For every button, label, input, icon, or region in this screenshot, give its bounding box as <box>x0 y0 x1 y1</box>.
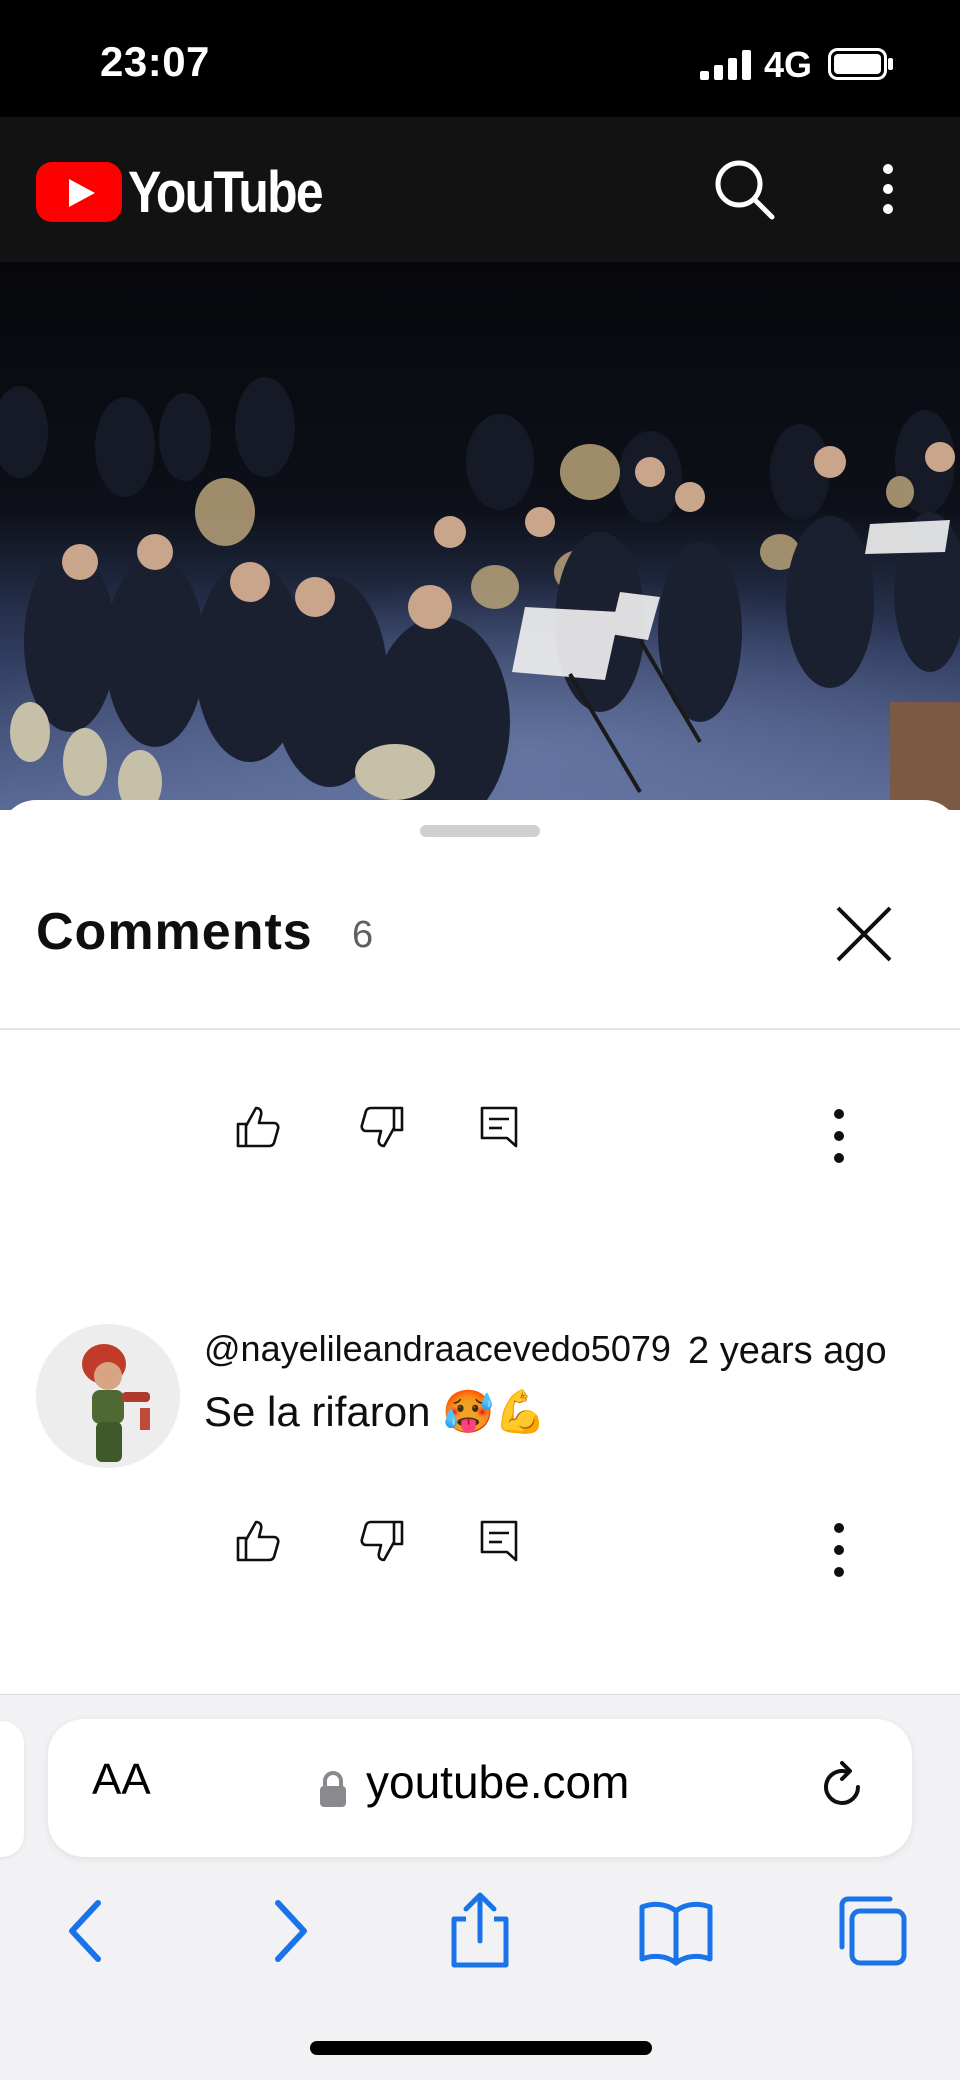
comment-timestamp: 2 years ago <box>688 1330 887 1372</box>
home-indicator <box>310 2041 652 2055</box>
status-time: 23:07 <box>100 38 210 85</box>
comments-count: 6 <box>352 914 374 956</box>
drag-handle[interactable] <box>420 825 540 837</box>
divider <box>0 1028 960 1030</box>
back-icon[interactable] <box>48 1891 128 1971</box>
youtube-logo[interactable]: YouTube <box>36 159 353 225</box>
network-type: 4G <box>764 44 813 85</box>
battery-icon <box>828 48 893 80</box>
reply-icon[interactable] <box>474 1516 524 1566</box>
youtube-header: YouTube <box>0 117 960 262</box>
avatar-image <box>36 1324 180 1468</box>
dislike-icon[interactable] <box>358 1102 408 1152</box>
video-frame-concert-band <box>0 262 960 810</box>
more-vert-icon[interactable] <box>870 157 906 221</box>
close-icon[interactable] <box>830 900 898 968</box>
youtube-logo-text: YouTube <box>128 159 324 225</box>
avatar[interactable] <box>36 1324 180 1468</box>
like-icon[interactable] <box>232 1516 282 1566</box>
forward-icon[interactable] <box>248 1891 328 1971</box>
reply-icon[interactable] <box>474 1102 524 1152</box>
video-player[interactable] <box>0 262 960 810</box>
url-text[interactable]: youtube.com <box>366 1755 629 1809</box>
reload-icon[interactable] <box>814 1759 870 1815</box>
dislike-icon[interactable] <box>358 1516 408 1566</box>
youtube-play-icon <box>36 162 122 222</box>
comment-more-icon[interactable] <box>829 1520 849 1580</box>
bookmarks-icon[interactable] <box>636 1891 716 1971</box>
safari-toolbar: AA youtube.com <box>0 1694 960 2080</box>
comment-more-icon[interactable] <box>829 1106 849 1166</box>
comment-author[interactable]: @nayelileandraacevedo5079 <box>204 1328 671 1370</box>
comment-actions <box>0 1510 960 1590</box>
signal-icon <box>700 50 751 80</box>
comments-title: Comments <box>36 903 313 961</box>
comments-sheet: Comments 6 @nayelileandraacevedo5079 2 y… <box>0 800 960 1695</box>
address-bar[interactable]: AA youtube.com <box>48 1719 912 1857</box>
share-icon[interactable] <box>440 1891 520 1971</box>
like-icon[interactable] <box>232 1102 282 1152</box>
previous-tab-peek[interactable] <box>0 1721 24 1857</box>
lock-icon <box>320 1771 346 1807</box>
comment-text: Se la rifaron 🥵💪 <box>204 1388 547 1435</box>
comment-actions <box>0 1096 960 1176</box>
status-bar: 23:07 4G <box>0 0 960 117</box>
text-size-button[interactable]: AA <box>92 1755 151 1805</box>
tabs-icon[interactable] <box>832 1891 912 1971</box>
search-icon[interactable] <box>712 157 776 221</box>
